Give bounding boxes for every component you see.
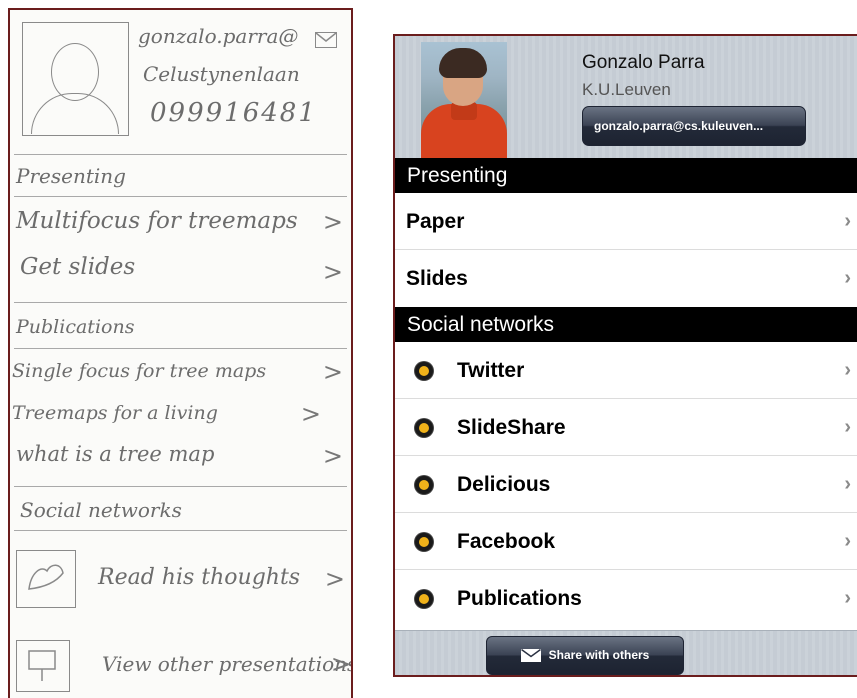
sketch-publications-header: Publications [16, 316, 135, 338]
share-button[interactable]: Share with others [486, 636, 684, 675]
sketch-publication-item: Treemaps for a living [12, 402, 218, 424]
list-item-label: Publications [457, 587, 582, 610]
sketch-publication-item: Single focus for tree maps [12, 360, 267, 382]
sketch-slides-icon [16, 640, 70, 692]
list-item-label: Delicious [457, 473, 551, 496]
slideshare-icon [415, 419, 433, 437]
list-item-paper[interactable]: Paper › [395, 193, 857, 250]
sketch-social-item: View other presentations [102, 652, 353, 676]
sketch-photo-placeholder [22, 22, 129, 136]
sketch-divider [14, 196, 347, 197]
sketch-email: gonzalo.parra@ [138, 24, 299, 48]
chevron-right-icon: › [844, 359, 851, 381]
paper-sketch: gonzalo.parra@ Celustynenlaan 099916481 … [8, 8, 353, 698]
sketch-divider [14, 302, 347, 303]
list-item-publications[interactable]: Publications › [395, 570, 857, 627]
sketch-presenting-item: Multifocus for treemaps [16, 208, 298, 234]
twitter-icon [415, 362, 433, 380]
facebook-icon [415, 533, 433, 551]
list-item-label: Slides [406, 267, 468, 290]
list-item-delicious[interactable]: Delicious › [395, 456, 857, 513]
sketch-chevron: > [322, 258, 343, 286]
list-item-label: Twitter [457, 359, 525, 382]
sketch-chevron: > [322, 208, 343, 236]
sketch-bird-icon [16, 550, 76, 608]
chevron-right-icon: › [844, 416, 851, 438]
delicious-icon [415, 476, 433, 494]
email-button[interactable]: gonzalo.parra@cs.kuleuven... [582, 106, 806, 146]
sketch-social-item: Read his thoughts [98, 565, 301, 590]
envelope-icon [520, 649, 541, 663]
list-item-label: Facebook [457, 530, 556, 553]
section-header-presenting: Presenting [395, 158, 857, 193]
list-item-slides[interactable]: Slides › [395, 250, 857, 307]
sketch-chevron: > [300, 400, 321, 428]
sketch-organization: Celustynenlaan [143, 62, 300, 86]
sketch-chevron: > [322, 358, 343, 386]
list-item-facebook[interactable]: Facebook › [395, 513, 857, 570]
sketch-phone: 099916481 [150, 98, 317, 128]
sketch-divider [14, 530, 347, 531]
sketch-divider [14, 348, 347, 349]
sketch-divider [14, 486, 347, 487]
publications-icon [415, 590, 433, 608]
profile-affiliation: K.U.Leuven [582, 80, 671, 99]
section-header-social: Social networks [395, 307, 857, 342]
sketch-chevron: > [330, 650, 351, 678]
list-item-twitter[interactable]: Twitter › [395, 342, 857, 399]
app-screen: Gonzalo Parra K.U.Leuven gonzalo.parra@c… [393, 34, 857, 677]
chevron-right-icon: › [844, 210, 851, 232]
chevron-right-icon: › [844, 267, 851, 289]
chevron-right-icon: › [844, 587, 851, 609]
profile-name: Gonzalo Parra [582, 52, 705, 73]
sketch-mail-icon [315, 32, 337, 48]
chevron-right-icon: › [844, 530, 851, 552]
list-item-slideshare[interactable]: SlideShare › [395, 399, 857, 456]
list-item-label: SlideShare [457, 416, 566, 439]
sketch-chevron: > [322, 442, 343, 470]
sketch-presenting-item: Get slides [20, 254, 136, 280]
profile-header: Gonzalo Parra K.U.Leuven gonzalo.parra@c… [395, 36, 857, 158]
bottom-toolbar: Share with others [395, 630, 857, 675]
sketch-social-header: Social networks [20, 498, 182, 522]
share-button-label: Share with others [548, 648, 650, 662]
profile-photo [421, 42, 507, 158]
sketch-publication-item: what is a tree map [16, 442, 215, 466]
sketch-divider [14, 154, 347, 155]
sketch-presenting-header: Presenting [16, 164, 126, 188]
list-item-label: Paper [406, 210, 465, 233]
chevron-right-icon: › [844, 473, 851, 495]
sketch-chevron: > [324, 565, 345, 593]
